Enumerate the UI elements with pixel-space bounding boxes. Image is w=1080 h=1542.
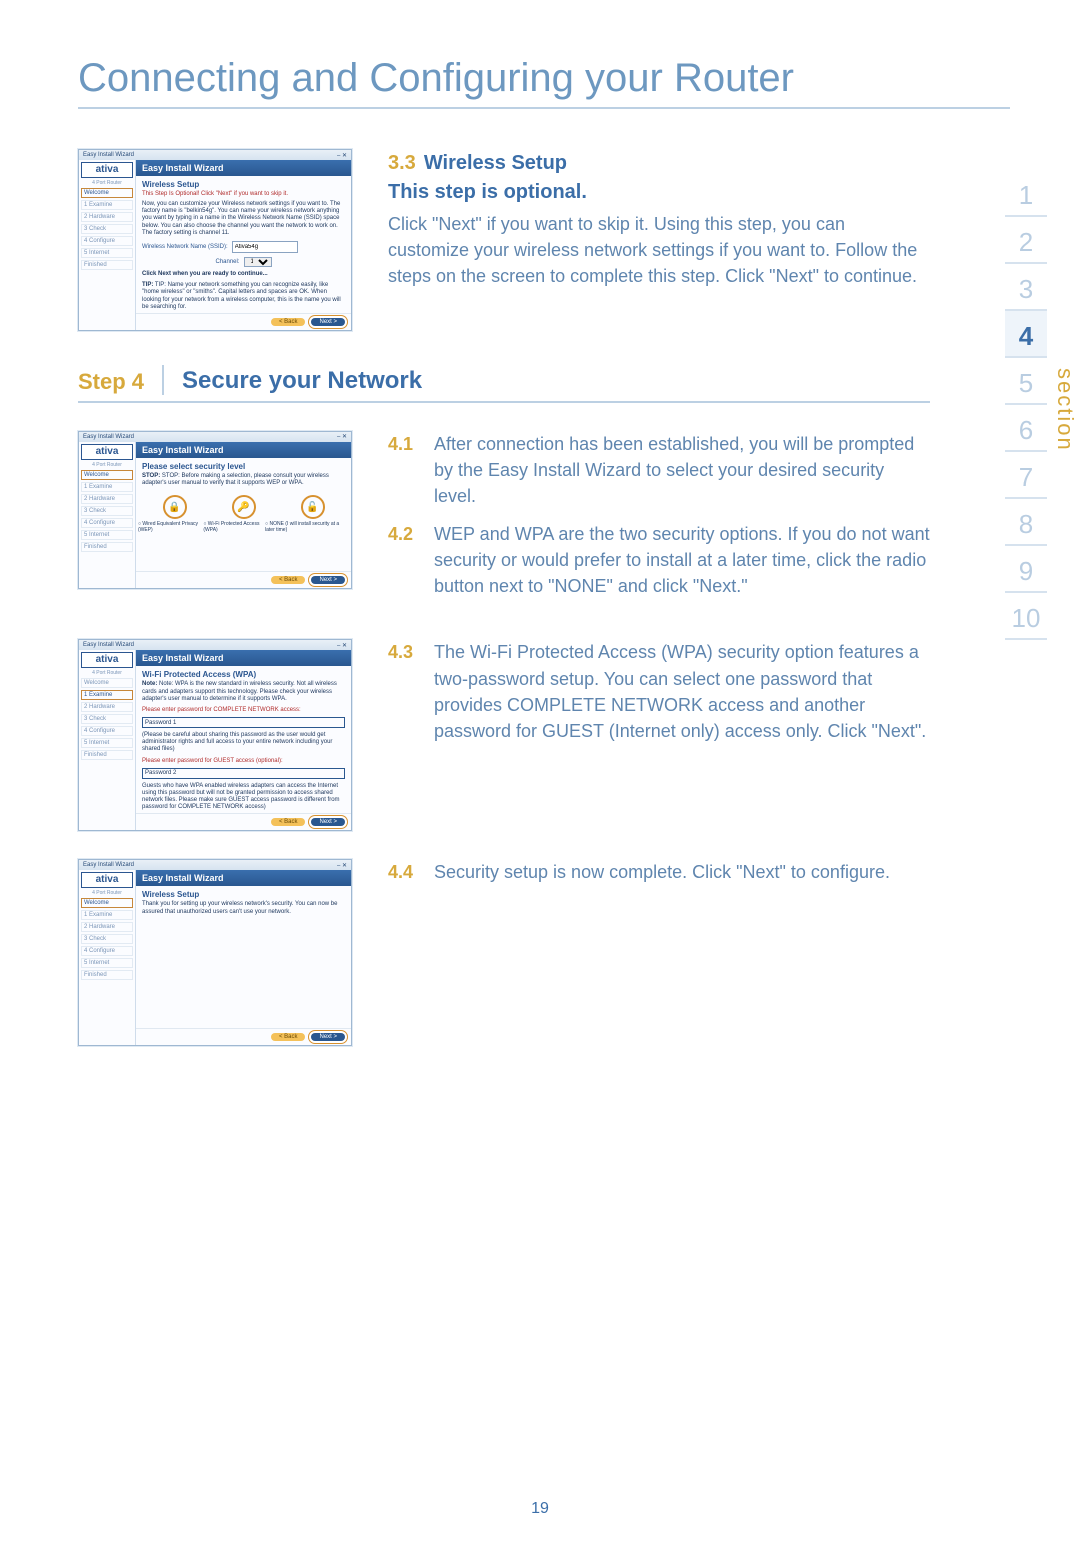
section-tab-4[interactable]: 4	[1005, 311, 1047, 358]
item-4-1: 4.1After connection has been established…	[388, 431, 930, 509]
section-tab-7[interactable]: 7	[1005, 452, 1047, 499]
section-label: section	[1052, 368, 1078, 452]
channel-select: 11	[244, 257, 272, 267]
item-4-2: 4.2WEP and WPA are the two security opti…	[388, 521, 930, 599]
back-button: < Back	[271, 318, 306, 326]
step4-bar: Step 4 Secure your Network	[78, 365, 930, 403]
wizard-shot-44: Easy Install Wizard– ✕ ativa 4 Port Rout…	[78, 859, 352, 1045]
page-title: Connecting and Configuring your Router	[78, 56, 1010, 109]
section-tab-10[interactable]: 10	[1005, 593, 1047, 640]
wizard-shot-41: Easy Install Wizard– ✕ ativa 4 Port Rout…	[78, 431, 352, 589]
section-nav: section 12345678910	[998, 170, 1054, 640]
unlock-icon: 🔓	[301, 495, 325, 519]
para-3-3: Click "Next" if you want to skip it. Usi…	[388, 211, 930, 289]
item-4-3: 4.3The Wi-Fi Protected Access (WPA) secu…	[388, 639, 930, 743]
subheading-optional: This step is optional.	[388, 178, 930, 207]
heading-3-3: 3.3Wireless Setup	[388, 149, 930, 178]
lock-icon: 🔒	[163, 495, 187, 519]
key-icon: 🔑	[232, 495, 256, 519]
section-tab-2[interactable]: 2	[1005, 217, 1047, 264]
next-button: Next >	[311, 318, 345, 326]
section-tab-5[interactable]: 5	[1005, 358, 1047, 405]
ssid-input	[232, 241, 298, 253]
item-4-4: 4.4Security setup is now complete. Click…	[388, 859, 930, 885]
section-tab-6[interactable]: 6	[1005, 405, 1047, 452]
section-tab-9[interactable]: 9	[1005, 546, 1047, 593]
wizard-shot-33: Easy Install Wizard– ✕ ativa 4 Port Rout…	[78, 149, 352, 331]
section-tab-8[interactable]: 8	[1005, 499, 1047, 546]
section-tab-3[interactable]: 3	[1005, 264, 1047, 311]
page-number: 19	[0, 1500, 1080, 1518]
wizard-shot-43: Easy Install Wizard– ✕ ativa 4 Port Rout…	[78, 639, 352, 831]
section-tab-1[interactable]: 1	[1005, 170, 1047, 217]
